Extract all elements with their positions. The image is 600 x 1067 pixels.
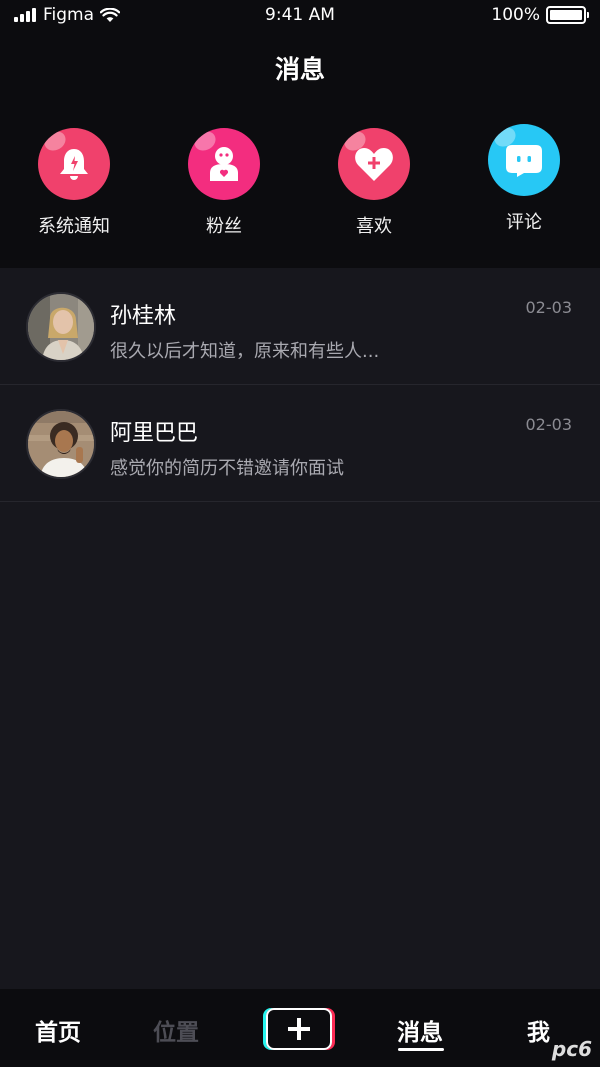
add-button[interactable] [266, 1008, 332, 1050]
top-section: Figma 9:41 AM 100% 消息 系统通知 粉丝 喜欢 评论 [0, 0, 600, 268]
message-date: 02-03 [525, 298, 573, 317]
fan-robot-icon [188, 128, 260, 200]
list-item[interactable]: 阿里巴巴 感觉你的简历不错邀请你面试 02-03 [0, 385, 600, 502]
tab-location[interactable]: 位置 [153, 1013, 199, 1047]
bell-icon [38, 128, 110, 200]
category-fans[interactable]: 粉丝 [159, 128, 289, 238]
category-system-notice[interactable]: 系统通知 [9, 128, 139, 238]
page-title: 消息 [274, 55, 325, 84]
bottom-tab-bar: 首页 位置 消息 我 pc6 [0, 989, 600, 1067]
message-preview: 感觉你的简历不错邀请你面试 [110, 458, 344, 479]
watermark-logo: pc6 [551, 1037, 592, 1061]
heart-plus-icon [338, 128, 410, 200]
category-comments[interactable]: 评论 [459, 124, 589, 234]
comment-icon [488, 124, 560, 196]
category-label: 粉丝 [206, 216, 242, 237]
category-label: 评论 [506, 212, 542, 233]
tab-me[interactable]: 我 [527, 1013, 550, 1047]
plus-icon [288, 1018, 310, 1040]
list-item[interactable]: 孙桂林 很久以后才知道，原来和有些人... 02-03 [0, 268, 600, 385]
active-tab-indicator [398, 1048, 444, 1051]
avatar [26, 409, 96, 479]
message-preview: 很久以后才知道，原来和有些人... [110, 341, 380, 362]
status-bar: Figma 9:41 AM 100% [0, 0, 600, 32]
tab-messages[interactable]: 消息 [397, 1013, 443, 1047]
avatar [26, 292, 96, 362]
message-date: 02-03 [525, 415, 573, 434]
category-label: 喜欢 [356, 216, 392, 237]
message-list: 孙桂林 很久以后才知道，原来和有些人... 02-03 阿里巴巴 感觉你的简历不… [0, 268, 600, 502]
category-label: 系统通知 [38, 216, 110, 237]
battery-icon [546, 6, 589, 24]
tab-home[interactable]: 首页 [35, 1013, 81, 1047]
contact-name: 孙桂林 [110, 304, 177, 329]
category-likes[interactable]: 喜欢 [309, 128, 439, 238]
battery-percent: 100% [491, 5, 540, 25]
contact-name: 阿里巴巴 [110, 421, 199, 446]
